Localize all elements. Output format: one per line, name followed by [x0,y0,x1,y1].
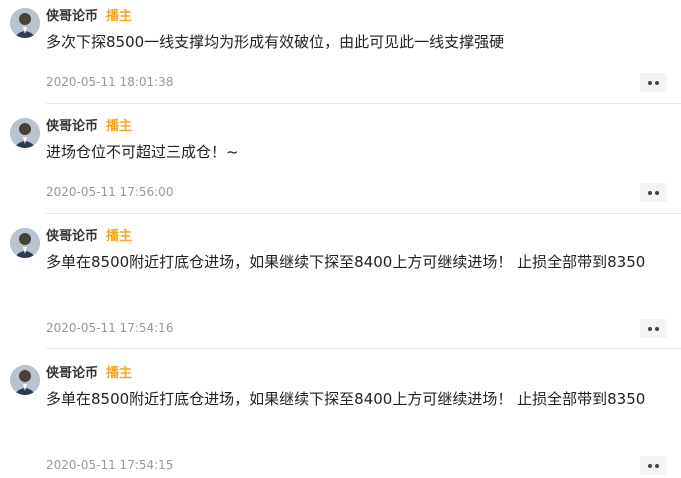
author-name[interactable]: 侠哥论币 [46,119,98,134]
host-badge: 播主 [106,119,133,134]
post-content: 多次下探8500一线支撑均为形成有效破位，由此可见此一线支撑强硬 [46,33,505,51]
post-timestamp: 2020-05-11 17:54:15 [46,458,174,472]
post-item: 侠哥论币 播主 多单在8500附近打底仓进场，如果继续下探至8400上方可继续进场… [0,220,681,349]
more-dots-icon [648,190,652,195]
more-options-button[interactable] [640,73,667,92]
post-content: 多单在8500附近打底仓进场，如果继续下探至8400上方可继续进场！ 止损全部带… [46,390,646,408]
more-dots-icon [648,463,652,468]
avatar-portrait-icon [10,8,40,38]
more-options-button[interactable] [640,456,667,475]
post-timestamp: 2020-05-11 17:54:16 [46,321,174,335]
more-dots-icon [655,190,659,195]
avatar-portrait-icon [10,365,40,395]
live-comment-feed: 侠哥论币 播主 多次下探8500一线支撑均为形成有效破位，由此可见此一线支撑强硬 … [0,0,681,478]
more-dots-icon [648,326,652,331]
post-timestamp: 2020-05-11 18:01:38 [46,75,174,89]
post-item: 侠哥论币 播主 多次下探8500一线支撑均为形成有效破位，由此可见此一线支撑强硬 … [0,0,681,104]
avatar[interactable] [10,118,40,148]
avatar-portrait-icon [10,228,40,258]
post-item: 侠哥论币 播主 多单在8500附近打底仓进场，如果继续下探至8400上方可继续进场… [0,357,681,478]
author-name[interactable]: 侠哥论币 [46,229,98,244]
more-dots-icon [655,463,659,468]
author-row: 侠哥论币 播主 [46,228,132,246]
divider [46,348,681,349]
more-dots-icon [655,326,659,331]
author-name[interactable]: 侠哥论币 [46,9,98,24]
avatar[interactable] [10,365,40,395]
host-badge: 播主 [106,229,133,244]
post-timestamp: 2020-05-11 17:56:00 [46,185,174,199]
avatar-portrait-icon [10,118,40,148]
avatar[interactable] [10,228,40,258]
post-item: 侠哥论币 播主 进场仓位不可超过三成仓！~ 2020-05-11 17:56:00 [0,110,681,214]
author-row: 侠哥论币 播主 [46,118,132,136]
more-options-button[interactable] [640,319,667,338]
author-name[interactable]: 侠哥论币 [46,366,98,381]
author-row: 侠哥论币 播主 [46,8,132,26]
post-content: 多单在8500附近打底仓进场，如果继续下探至8400上方可继续进场！ 止损全部带… [46,253,646,271]
divider [46,103,681,104]
post-content: 进场仓位不可超过三成仓！~ [46,143,239,161]
more-options-button[interactable] [640,183,667,202]
avatar[interactable] [10,8,40,38]
more-dots-icon [648,80,652,85]
divider [46,213,681,214]
author-row: 侠哥论币 播主 [46,365,132,383]
host-badge: 播主 [106,9,133,24]
host-badge: 播主 [106,366,133,381]
more-dots-icon [655,80,659,85]
